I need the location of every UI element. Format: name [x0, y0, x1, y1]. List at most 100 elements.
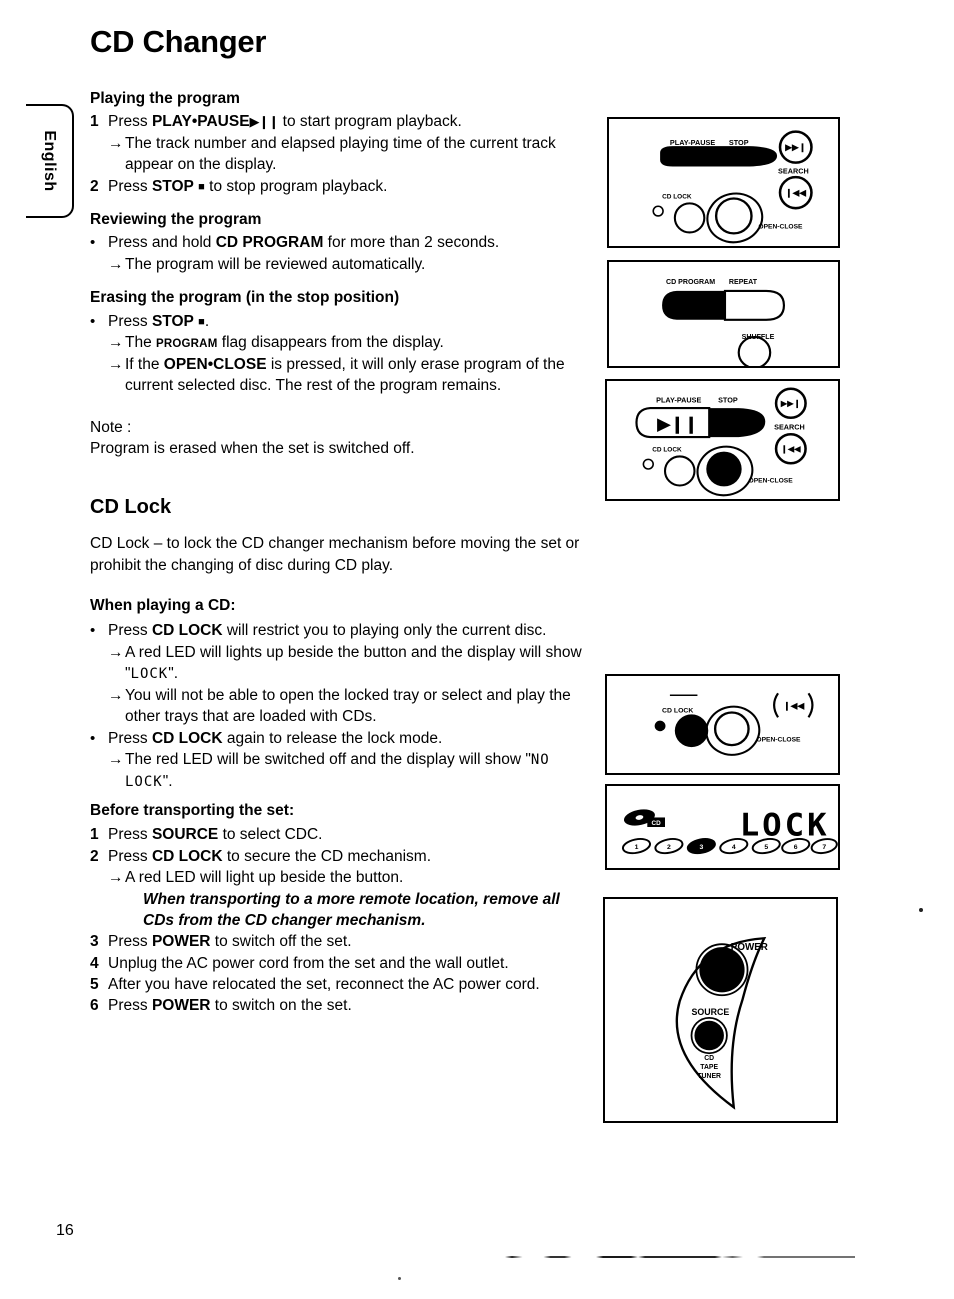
play-pause-glyph-icon: ▶❙❙	[656, 414, 698, 434]
cd-lock-led-indicator	[652, 205, 664, 217]
scan-artifact-dot	[398, 1277, 401, 1280]
stop-button-half-active[interactable]	[709, 408, 766, 438]
step-text: Press CD LOCK will restrict you to playi…	[108, 622, 547, 640]
step-text: Press POWER to switch on the set.	[108, 997, 352, 1015]
section-cd-lock: CD Lock CD Lock – to lock the CD changer…	[90, 495, 590, 1017]
bullet-icon: •	[90, 729, 96, 747]
next-track-icon: ▶▶❙	[780, 399, 801, 409]
illustration-panel-cd-lock-pressed: CD LOCK OPEN-CLOSE ❙◀◀	[605, 674, 840, 775]
disc-number-1: 1	[635, 844, 639, 851]
prev-track-icon: ❙◀◀	[783, 701, 805, 712]
panel-5-drawing: CD 1 2 3 4 5 6 7 LOCK	[621, 806, 838, 855]
illustration-panel-program-repeat-shuffle: CD PROGRAM REPEAT SHUFFLE	[607, 260, 840, 368]
step-text: Unplug the AC power cord from the set an…	[108, 954, 509, 972]
arrow-icon: →	[108, 334, 124, 352]
disc-number-7: 7	[822, 844, 826, 851]
emphasis-warning: When transporting to a more remote locat…	[143, 889, 590, 932]
search-back-bracket-left	[773, 692, 779, 718]
scan-artifact-line	[505, 1256, 855, 1258]
list-item: → The track number and elapsed playing t…	[108, 133, 590, 176]
step-text: Press PLAY•PAUSE▶❙❙ to start program pla…	[108, 113, 462, 131]
step-text: A red LED will light up beside the butto…	[125, 869, 404, 887]
note-label: Note :	[90, 418, 132, 436]
keyword-stop: STOP	[151, 312, 194, 330]
program-flag-label: PROGRAM	[156, 338, 218, 351]
list-item: • Press STOP ■.	[90, 311, 590, 333]
section-erasing-the-program: Erasing the program (in the stop positio…	[90, 288, 590, 396]
cd-lock-button[interactable]	[663, 455, 696, 487]
step-text: Press CD LOCK again to release the lock …	[108, 729, 443, 747]
repeat-button-half[interactable]	[723, 289, 786, 321]
keyword-play-pause: PLAY•PAUSE	[151, 113, 250, 131]
keyword-stop: STOP	[151, 177, 194, 195]
step-marker: 2	[90, 177, 99, 195]
heading-playing-the-program: Playing the program	[90, 90, 240, 107]
bullet-icon: •	[90, 312, 96, 330]
keyword-source: SOURCE	[151, 826, 219, 844]
arrow-icon: →	[108, 751, 124, 769]
label-play-pause: PLAY-PAUSE	[656, 395, 701, 404]
step-marker: 5	[90, 976, 99, 993]
keyword-cd-lock: CD LOCK	[151, 847, 223, 865]
open-close-button-active[interactable]	[706, 451, 742, 487]
step-text: Press SOURCE to select CDC.	[108, 826, 323, 844]
next-track-icon: ▶▶❙	[784, 142, 806, 153]
heading-cd-lock: CD Lock	[90, 496, 172, 519]
label-search: SEARCH	[778, 166, 809, 175]
list-item: → The program will be reviewed automatic…	[108, 254, 590, 275]
note-text: Program is erased when the set is switch…	[90, 439, 415, 457]
arrow-icon: →	[108, 686, 124, 704]
shuffle-button[interactable]	[737, 336, 772, 366]
play-stop-rocker-bar[interactable]	[660, 146, 778, 167]
section-playing-the-program: Playing the program 1 Press PLAY•PAUSE▶❙…	[90, 89, 590, 197]
label-source-mode-tuner: TUNER	[697, 1073, 721, 1080]
source-button[interactable]	[694, 1020, 724, 1051]
keyword-open-close: OPEN•CLOSE	[163, 355, 267, 373]
stop-glyph-icon: ■	[198, 315, 205, 328]
stop-glyph-icon: ■	[198, 180, 205, 193]
label-stop: STOP	[718, 395, 738, 404]
open-close-button[interactable]	[714, 197, 753, 235]
list-item: → You will not be able to open the locke…	[108, 685, 590, 728]
step-text: Press POWER to switch off the set.	[108, 933, 352, 951]
step-text: Press CD LOCK to secure the CD mechanism…	[108, 847, 432, 865]
disc-number-4: 4	[732, 844, 736, 851]
arrow-icon: →	[108, 869, 124, 887]
note-block: Note : Program is erased when the set is…	[90, 417, 590, 460]
panel-4-drawing: CD LOCK OPEN-CLOSE ❙◀◀	[654, 692, 814, 756]
open-close-button[interactable]	[713, 711, 750, 747]
step-text: The red LED will be switched off and the…	[125, 751, 550, 790]
page-number: 16	[56, 1222, 74, 1239]
list-item: 2 Press STOP ■ to stop program playback.	[90, 176, 590, 197]
cd-lock-button[interactable]	[673, 202, 706, 234]
power-button[interactable]	[699, 947, 745, 993]
disc-number-6: 6	[794, 844, 798, 851]
cd-program-button-half-active[interactable]	[662, 290, 726, 320]
label-cd-lock: CD LOCK	[662, 708, 693, 715]
step-marker: 6	[90, 997, 99, 1015]
prev-track-icon: ❙◀◀	[785, 188, 807, 199]
list-item: • Press and hold CD PROGRAM for more tha…	[90, 232, 590, 254]
arrow-icon: →	[108, 644, 124, 662]
cd-lock-led-indicator	[642, 458, 654, 470]
list-item: • Press CD LOCK again to release the loc…	[90, 728, 590, 750]
label-source-mode-tape: TAPE	[700, 1064, 718, 1071]
scan-artifact-dot-right	[919, 908, 923, 912]
play-pause-glyph-icon: ▶❙❙	[249, 114, 280, 130]
heading-before-transporting: Before transporting the set:	[90, 802, 295, 819]
list-item: → A red LED will lights up beside the bu…	[108, 642, 590, 685]
heading-reviewing-the-program: Reviewing the program	[90, 210, 262, 228]
content-column: CD Changer Playing the program 1 Press P…	[90, 26, 590, 1017]
list-item: 4 Unplug the AC power cord from the set …	[90, 953, 590, 974]
list-item: • Press CD LOCK will restrict you to pla…	[90, 620, 590, 642]
label-open-close: OPEN-CLOSE	[749, 478, 794, 485]
step-text: The PROGRAM flag disappears from the dis…	[125, 334, 444, 352]
cd-lock-button-active[interactable]	[674, 714, 709, 748]
arrow-icon: →	[108, 255, 124, 273]
illustration-panel-stop-highlighted: PLAY-PAUSE STOP ▶❙❙ ▶▶❙ SEARCH ❙◀◀ CD LO…	[605, 379, 840, 501]
label-open-close: OPEN-CLOSE	[756, 736, 801, 743]
page-title: CD Changer	[90, 24, 267, 59]
heading-when-playing-a-cd: When playing a CD:	[90, 597, 236, 614]
list-item: 3 Press POWER to switch off the set.	[90, 931, 590, 952]
step-text: You will not be able to open the locked …	[125, 686, 571, 726]
